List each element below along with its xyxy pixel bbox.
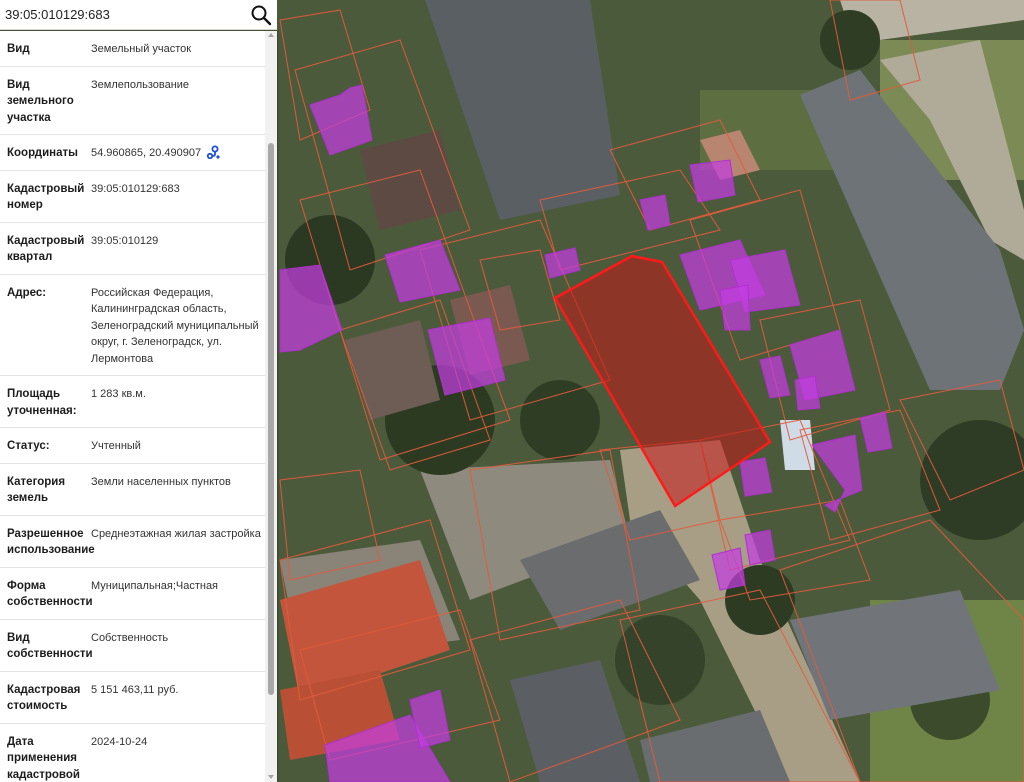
info-row-value-text: Российская Федерация, Калининградская об…	[91, 286, 259, 365]
info-row-value-text: Земельный участок	[91, 43, 192, 55]
info-row-label: Дата применения кадастровой стоимости	[7, 735, 80, 781]
panel-scrollbar[interactable]	[265, 31, 277, 782]
info-row-value: 39:05:010129:683	[91, 181, 265, 214]
info-row-value-text: 39:05:010129:683	[91, 182, 180, 195]
info-row-value-text: 54.960865, 20.490907	[91, 147, 202, 159]
info-row-value: Землепользование	[91, 77, 265, 127]
info-row: Вид Земельный участок	[0, 31, 265, 67]
info-row-label: Кадастровый квартал	[7, 234, 85, 264]
info-row-value-text: 1 283 кв.м.	[91, 388, 146, 400]
info-row-value: Земельный участок	[91, 41, 265, 58]
scroll-up-arrow-icon[interactable]	[268, 33, 274, 37]
info-row-value: 5 151 463,11 руб.	[91, 682, 265, 715]
info-row-label: Адрес:	[7, 286, 47, 299]
map-location-icon[interactable]	[206, 145, 220, 159]
info-row-value-text: Землепользование	[91, 78, 190, 91]
tree-canopy	[615, 615, 705, 705]
info-row-value-text: Среднеэтажная жилая застройка	[91, 527, 261, 540]
info-row-value: 39:05:010129	[91, 233, 265, 266]
info-row-value: Учтенный	[91, 438, 265, 455]
info-row-value-text: Земли населенных пунктов	[91, 475, 231, 488]
info-row-label: Форма собственности	[7, 579, 93, 609]
info-row-value: Муниципальная;Частная	[91, 578, 265, 611]
info-row-value-text: Собственность	[91, 631, 169, 644]
info-row-label: Вид земельного участка	[7, 78, 74, 124]
info-row: Кадастровая стоимость 5 151 463,11 руб.	[0, 672, 265, 724]
info-row: Категория земель Земли населенных пунктов	[0, 464, 265, 516]
info-row-value: 54.960865, 20.490907	[91, 145, 265, 162]
info-row-value-text: Муниципальная;Частная	[91, 579, 219, 592]
info-row-label: Вид	[7, 43, 30, 55]
info-row: Форма собственности Муниципальная;Частная	[0, 568, 265, 620]
info-row-label: Площадь уточненная:	[7, 388, 77, 417]
info-row-value-text: 2024-10-24	[91, 735, 148, 748]
search-bar	[0, 0, 277, 30]
info-row-value: Собственность	[91, 630, 265, 663]
tree-canopy	[520, 380, 600, 460]
info-rows: Вид Земельный участок Вид земельного участ…	[0, 31, 265, 782]
info-panel: Вид Земельный участок Вид земельного участ…	[0, 31, 277, 782]
scroll-thumb[interactable]	[268, 143, 274, 695]
info-row-label: Статус:	[7, 440, 50, 452]
info-row: Кадастровый номер 39:05:010129:683	[0, 171, 265, 223]
info-row-label: Вид собственности	[7, 631, 93, 661]
info-row-value: Земли населенных пунктов	[91, 474, 265, 507]
building-roof	[780, 420, 815, 470]
tree-canopy	[820, 10, 880, 70]
info-row-value-text: 39:05:010129	[91, 234, 159, 247]
search-icon	[251, 5, 272, 25]
info-row: Разрешенное использование Среднеэтажная ж…	[0, 516, 265, 568]
info-row-label: Категория земель	[7, 475, 66, 505]
scroll-down-arrow-icon[interactable]	[268, 775, 274, 779]
info-row-value: 2024-10-24	[91, 734, 265, 782]
info-row-label: Разрешенное использование	[7, 527, 95, 557]
info-row-value-text: 5 151 463,11 руб.	[91, 683, 179, 696]
search-input[interactable]	[0, 0, 245, 29]
info-row-value: Среднеэтажная жилая застройка	[91, 526, 265, 559]
info-row-label: Координаты	[7, 147, 78, 159]
info-row: Кадастровый квартал 39:05:010129	[0, 223, 265, 275]
info-row-value: Российская Федерация, Калининградская об…	[91, 285, 265, 368]
info-row-label: Кадастровый номер	[7, 182, 85, 212]
info-row-label: Кадастровая стоимость	[7, 683, 81, 713]
info-row-value: 1 283 кв.м.	[91, 386, 265, 419]
info-row-value-text: Учтенный	[91, 440, 141, 452]
search-button[interactable]	[245, 0, 277, 30]
info-row: Вид собственности Собственность	[0, 620, 265, 672]
info-row: Вид земельного участка Землепользование	[0, 67, 265, 135]
info-row: Адрес: Российская Федерация, Калининградс…	[0, 275, 265, 376]
info-row: Статус: Учтенный	[0, 428, 265, 464]
info-row: Площадь уточненная: 1 283 кв.м.	[0, 376, 265, 428]
info-row: Координаты 54.960865, 20.490907	[0, 135, 265, 171]
info-row: Дата применения кадастровой стоимости 202…	[0, 724, 265, 782]
